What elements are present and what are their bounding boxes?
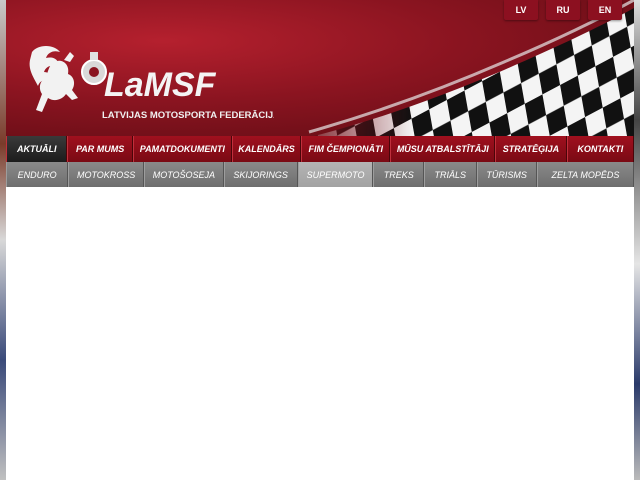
nav-item-pamatdokumenti[interactable]: PAMATDOKUMENTI <box>132 136 232 162</box>
background-right-edge <box>634 0 640 480</box>
svg-text:LaMSF: LaMSF <box>104 66 217 104</box>
nav-item-par-mums[interactable]: PAR MUMS <box>67 136 133 162</box>
subnav-item-skijorings[interactable]: SKIJORINGS <box>223 162 298 187</box>
sub-navigation: ENDURO MOTOKROSS MOTOŠOSEJA SKIJORINGS S… <box>6 162 634 187</box>
nav-item-kontakti[interactable]: KONTAKTI <box>566 136 634 162</box>
nav-item-strategija[interactable]: STRATĒĢIJA <box>495 136 567 162</box>
lang-en-button[interactable]: EN <box>588 0 622 20</box>
checkered-flag-graphic <box>308 0 634 136</box>
subnav-item-supermoto[interactable]: SUPERMOTO <box>297 162 374 187</box>
lang-lv-button[interactable]: LV <box>504 0 538 20</box>
nav-item-aktuali[interactable]: AKTUĀLI <box>6 136 68 162</box>
subnav-item-motokross[interactable]: MOTOKROSS <box>68 162 145 187</box>
site-header: LaMSF LATVIJAS MOTOSPORTA FEDERĀCIJA LV … <box>6 0 634 136</box>
page-container: LaMSF LATVIJAS MOTOSPORTA FEDERĀCIJA LV … <box>6 0 634 480</box>
svg-text:LATVIJAS MOTOSPORTA FEDERĀCIJA: LATVIJAS MOTOSPORTA FEDERĀCIJA <box>102 110 274 121</box>
nav-item-musu-atbalstitaji[interactable]: MŪSU ATBALSTĪTĀJI <box>390 136 496 162</box>
subnav-item-zelta-mopeds[interactable]: ZELTA MOPĒDS <box>536 162 634 187</box>
lang-ru-button[interactable]: RU <box>546 0 580 20</box>
main-navigation: AKTUĀLI PAR MUMS PAMATDOKUMENTI KALENDĀR… <box>6 136 634 162</box>
lamsf-logo[interactable]: LaMSF LATVIJAS MOTOSPORTA FEDERĀCIJA <box>24 42 274 124</box>
subnav-item-enduro[interactable]: ENDURO <box>6 162 69 187</box>
subnav-item-treks[interactable]: TREKS <box>373 162 425 187</box>
nav-item-fim-cempionati[interactable]: FIM ČEMPIONĀTI <box>301 136 391 162</box>
nav-item-kalendars[interactable]: KALENDĀRS <box>231 136 302 162</box>
main-content-area <box>6 187 634 480</box>
language-switcher: LV RU EN <box>504 0 622 20</box>
subnav-item-trials[interactable]: TRIĀLS <box>424 162 477 187</box>
subnav-item-turisms[interactable]: TŪRISMS <box>476 162 537 187</box>
subnav-item-motososeja[interactable]: MOTOŠOSEJA <box>144 162 224 187</box>
